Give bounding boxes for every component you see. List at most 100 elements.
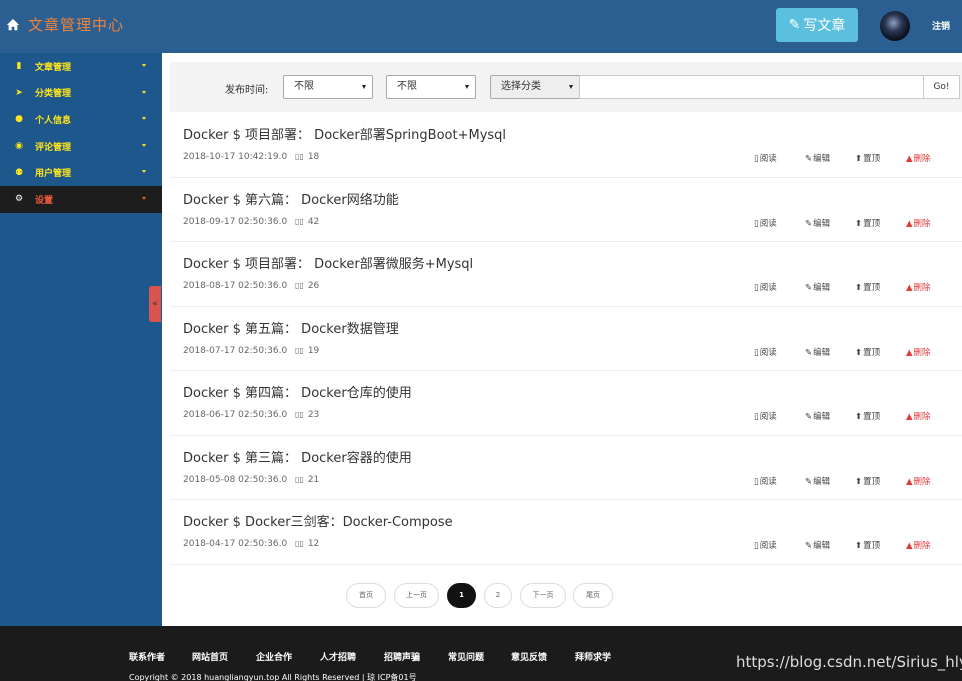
edit-button[interactable]: ✎编辑	[805, 217, 830, 229]
article-title[interactable]: Docker $ 项目部署： Docker部署微服务+Mysql	[183, 253, 473, 272]
first-page-button[interactable]: 首页	[346, 583, 386, 608]
pin-button[interactable]: ⬆置顶	[855, 475, 880, 487]
pin-button[interactable]: ⬆置顶	[855, 410, 880, 422]
edit-button[interactable]: ✎编辑	[805, 281, 830, 293]
view-button[interactable]: ▯阅读	[754, 410, 777, 422]
paper-plane-icon: ➤	[15, 87, 23, 98]
write-article-button[interactable]: ✎ 写文章	[776, 8, 858, 42]
footer-link-jobs[interactable]: 人才招聘	[320, 650, 356, 663]
footer-link-home[interactable]: 网站首页	[192, 650, 228, 663]
chevron-down-icon	[142, 90, 146, 94]
sidebar-item-settings[interactable]: ⚙ 设置	[0, 185, 162, 213]
footer-link-contact[interactable]: 联系作者	[129, 650, 165, 663]
next-page-button[interactable]: 下一页	[520, 583, 566, 608]
last-page-button[interactable]: 尾页	[573, 583, 613, 608]
footer-link-learn[interactable]: 拜师求学	[575, 650, 611, 663]
delete-button[interactable]: ▲删除	[906, 539, 931, 551]
book-open-icon: ▯	[754, 347, 759, 358]
pencil-icon: ✎	[788, 17, 801, 33]
article-title[interactable]: Docker $ 第六篇： Docker网络功能	[183, 189, 399, 208]
list-item: Docker $ 项目部署： Docker部署SpringBoot+Mysql …	[170, 113, 962, 178]
delete-button[interactable]: ▲删除	[906, 475, 931, 487]
view-button[interactable]: ▯阅读	[754, 217, 777, 229]
chevron-down-icon	[142, 117, 146, 121]
article-title[interactable]: Docker $ 项目部署： Docker部署SpringBoot+Mysql	[183, 124, 506, 143]
delete-button[interactable]: ▲删除	[906, 217, 931, 229]
book-open-icon: ▯▯	[295, 345, 304, 355]
list-item: Docker $ 项目部署： Docker部署微服务+Mysql 2018-08…	[170, 242, 962, 307]
watermark-text: https://blog.csdn.net/Sirius_hly	[736, 653, 962, 671]
time-select[interactable]: 不限	[283, 75, 373, 99]
sidebar-item-categories[interactable]: ➤ 分类管理	[0, 80, 162, 107]
view-button[interactable]: ▯阅读	[754, 346, 777, 358]
edit-button[interactable]: ✎编辑	[805, 346, 830, 358]
edit-button[interactable]: ✎编辑	[805, 152, 830, 164]
edit-icon: ✎	[805, 347, 813, 358]
view-button[interactable]: ▯阅读	[754, 281, 777, 293]
search-input[interactable]	[579, 75, 923, 99]
view-label: 阅读	[759, 541, 777, 551]
book-open-icon: ▯	[754, 476, 759, 487]
footer-link-recruit[interactable]: 招聘声骗	[384, 650, 420, 663]
warning-icon: ▲	[906, 154, 913, 164]
go-button[interactable]: Go!	[923, 75, 960, 99]
category-select[interactable]: 选择分类	[490, 75, 580, 99]
prev-page-button[interactable]: 上一页	[394, 583, 439, 608]
comments-icon: ◉	[15, 141, 23, 152]
edit-icon: ✎	[805, 412, 813, 422]
logout-link[interactable]: 注销	[932, 19, 950, 32]
delete-button[interactable]: ▲删除	[906, 346, 931, 358]
edit-button[interactable]: ✎编辑	[805, 475, 830, 487]
delete-button[interactable]: ▲删除	[906, 410, 931, 422]
sidebar-item-label: 设置	[35, 195, 54, 206]
pin-button[interactable]: ⬆置顶	[855, 217, 880, 229]
footer-link-faq[interactable]: 常见问题	[448, 650, 484, 663]
view-button[interactable]: ▯阅读	[754, 475, 777, 487]
article-views: ▯▯ 18	[295, 152, 319, 162]
article-title[interactable]: Docker $ Docker三剑客：Docker-Compose	[183, 511, 453, 530]
view-button[interactable]: ▯阅读	[754, 539, 777, 551]
article-date: 2018-07-17 02:50:36.0	[183, 345, 288, 356]
pin-button[interactable]: ⬆置顶	[855, 152, 880, 164]
sidebar-collapse-toggle[interactable]: «	[149, 286, 161, 322]
book-open-icon: ▯	[754, 283, 759, 293]
users-icon: ⚉	[14, 167, 24, 178]
delete-button[interactable]: ▲删除	[906, 281, 931, 293]
time-range-select[interactable]: 不限	[386, 75, 476, 99]
footer-link-feedback[interactable]: 意见反馈	[511, 650, 547, 663]
pin-button[interactable]: ⬆置顶	[855, 281, 880, 293]
sidebar-item-profile[interactable]: ● 个人信息	[0, 106, 162, 133]
view-label: 阅读	[759, 218, 777, 229]
sidebar-item-users[interactable]: ⚉ 用户管理	[0, 159, 162, 186]
page-1-button[interactable]: 1	[447, 583, 476, 608]
page-2-button[interactable]: 2	[484, 583, 512, 608]
footer-link-cooperation[interactable]: 企业合作	[256, 650, 292, 663]
edit-button[interactable]: ✎编辑	[805, 410, 830, 422]
copyright-text: Copyright © 2018 huangliangyun.top All R…	[129, 673, 417, 681]
sidebar-item-articles[interactable]: ▮ 文章管理	[0, 53, 162, 80]
publish-time-label: 发布时间:	[225, 85, 269, 96]
arrow-circle-up-icon: ⬆	[855, 218, 863, 229]
view-count: 12	[307, 539, 320, 549]
article-title[interactable]: Docker $ 第五篇： Docker数据管理	[183, 318, 399, 337]
pin-button[interactable]: ⬆置顶	[855, 346, 880, 358]
pin-button[interactable]: ⬆置顶	[855, 539, 880, 551]
pin-label: 置顶	[863, 476, 881, 487]
view-button[interactable]: ▯阅读	[754, 152, 777, 164]
edit-label: 编辑	[813, 154, 831, 164]
brand[interactable]: 文章管理中心	[6, 14, 124, 35]
view-label: 阅读	[759, 412, 777, 422]
edit-button[interactable]: ✎编辑	[805, 539, 830, 551]
warning-icon: ▲	[906, 218, 913, 229]
article-title[interactable]: Docker $ 第四篇： Docker仓库的使用	[183, 382, 412, 401]
article-views: ▯▯ 19	[295, 346, 319, 356]
avatar[interactable]	[880, 11, 910, 41]
arrow-circle-up-icon: ⬆	[855, 412, 863, 422]
delete-button[interactable]: ▲删除	[906, 152, 931, 164]
category-select-value: 选择分类	[501, 81, 541, 92]
sidebar-item-comments[interactable]: ◉ 评论管理	[0, 133, 162, 160]
article-title[interactable]: Docker $ 第三篇： Docker容器的使用	[183, 447, 412, 466]
article-date: 2018-05-08 02:50:36.0	[183, 474, 288, 485]
warning-icon: ▲	[906, 283, 913, 293]
brand-title: 文章管理中心	[28, 16, 125, 34]
